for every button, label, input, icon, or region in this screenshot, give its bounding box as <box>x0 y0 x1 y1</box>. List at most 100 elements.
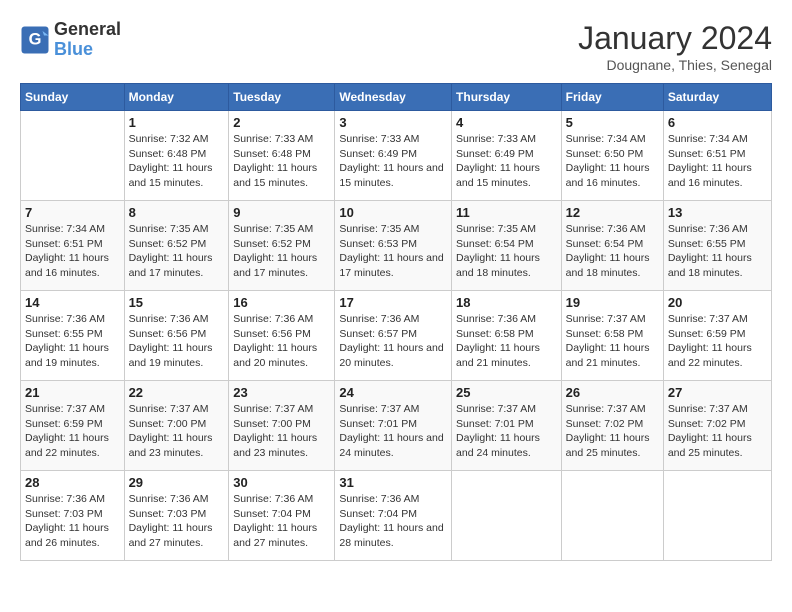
page-header: G General Blue January 2024 Dougnane, Th… <box>20 20 772 73</box>
day-info: Sunrise: 7:33 AMSunset: 6:48 PMDaylight:… <box>233 132 330 191</box>
day-number: 26 <box>566 385 659 400</box>
calendar-cell: 14 Sunrise: 7:36 AMSunset: 6:55 PMDayligh… <box>21 291 125 381</box>
logo: G General Blue <box>20 20 121 60</box>
calendar-cell <box>452 471 562 561</box>
calendar-cell: 31Sunrise: 7:36 AMSunset: 7:04 PMDayligh… <box>335 471 452 561</box>
calendar-cell: 6Sunrise: 7:34 AMSunset: 6:51 PMDaylight… <box>663 111 771 201</box>
day-info: Sunrise: 7:36 AMSunset: 6:56 PMDaylight:… <box>129 312 225 371</box>
day-info: Sunrise: 7:37 AMSunset: 6:59 PMDaylight:… <box>25 402 120 461</box>
day-info: Sunrise: 7:37 AMSunset: 7:00 PMDaylight:… <box>129 402 225 461</box>
day-info: Sunrise: 7:36 AMSunset: 7:04 PMDaylight:… <box>233 492 330 551</box>
calendar-week-row: 14 Sunrise: 7:36 AMSunset: 6:55 PMDayligh… <box>21 291 772 381</box>
calendar-cell: 22 Sunrise: 7:37 AMSunset: 7:00 PMDayligh… <box>124 381 229 471</box>
logo-line2: Blue <box>54 40 121 60</box>
calendar-week-row: 28 Sunrise: 7:36 AMSunset: 7:03 PMDayligh… <box>21 471 772 561</box>
day-info: Sunrise: 7:35 AMSunset: 6:53 PMDaylight:… <box>339 222 447 281</box>
day-number: 19 <box>566 295 659 310</box>
calendar-cell: 27Sunrise: 7:37 AMSunset: 7:02 PMDayligh… <box>663 381 771 471</box>
day-info: Sunrise: 7:36 AMSunset: 7:03 PMDaylight:… <box>25 492 120 551</box>
day-info: Sunrise: 7:37 AMSunset: 6:59 PMDaylight:… <box>668 312 767 371</box>
calendar-cell: 17 Sunrise: 7:36 AMSunset: 6:57 PMDayligh… <box>335 291 452 381</box>
day-info: Sunrise: 7:37 AMSunset: 7:02 PMDaylight:… <box>668 402 767 461</box>
weekday-header-row: SundayMondayTuesdayWednesdayThursdayFrid… <box>21 84 772 111</box>
day-number: 24 <box>339 385 447 400</box>
day-info: Sunrise: 7:33 AMSunset: 6:49 PMDaylight:… <box>339 132 447 191</box>
day-info: Sunrise: 7:34 AMSunset: 6:51 PMDaylight:… <box>668 132 767 191</box>
day-info: Sunrise: 7:34 AMSunset: 6:51 PMDaylight:… <box>25 222 120 281</box>
weekday-header: Thursday <box>452 84 562 111</box>
day-number: 16 <box>233 295 330 310</box>
title-block: January 2024 Dougnane, Thies, Senegal <box>578 20 772 73</box>
day-info: Sunrise: 7:37 AMSunset: 7:02 PMDaylight:… <box>566 402 659 461</box>
day-number: 4 <box>456 115 557 130</box>
day-number: 13 <box>668 205 767 220</box>
day-info: Sunrise: 7:35 AMSunset: 6:54 PMDaylight:… <box>456 222 557 281</box>
calendar-cell: 24Sunrise: 7:37 AMSunset: 7:01 PMDayligh… <box>335 381 452 471</box>
day-number: 7 <box>25 205 120 220</box>
calendar-cell: 2 Sunrise: 7:33 AMSunset: 6:48 PMDaylight… <box>229 111 335 201</box>
calendar-cell: 4 Sunrise: 7:33 AMSunset: 6:49 PMDaylight… <box>452 111 562 201</box>
day-info: Sunrise: 7:34 AMSunset: 6:50 PMDaylight:… <box>566 132 659 191</box>
day-info: Sunrise: 7:36 AMSunset: 6:54 PMDaylight:… <box>566 222 659 281</box>
location: Dougnane, Thies, Senegal <box>578 57 772 73</box>
day-number: 21 <box>25 385 120 400</box>
day-number: 10 <box>339 205 447 220</box>
calendar-cell: 18Sunrise: 7:36 AMSunset: 6:58 PMDayligh… <box>452 291 562 381</box>
calendar-cell: 8 Sunrise: 7:35 AMSunset: 6:52 PMDaylight… <box>124 201 229 291</box>
day-number: 23 <box>233 385 330 400</box>
day-info: Sunrise: 7:32 AMSunset: 6:48 PMDaylight:… <box>129 132 225 191</box>
day-info: Sunrise: 7:36 AMSunset: 6:55 PMDaylight:… <box>25 312 120 371</box>
day-number: 28 <box>25 475 120 490</box>
calendar-cell: 3Sunrise: 7:33 AMSunset: 6:49 PMDaylight… <box>335 111 452 201</box>
day-number: 17 <box>339 295 447 310</box>
day-info: Sunrise: 7:36 AMSunset: 6:56 PMDaylight:… <box>233 312 330 371</box>
day-number: 2 <box>233 115 330 130</box>
calendar-table: SundayMondayTuesdayWednesdayThursdayFrid… <box>20 83 772 561</box>
weekday-header: Sunday <box>21 84 125 111</box>
calendar-cell: 12 Sunrise: 7:36 AMSunset: 6:54 PMDayligh… <box>561 201 663 291</box>
day-number: 31 <box>339 475 447 490</box>
calendar-cell: 29 Sunrise: 7:36 AMSunset: 7:03 PMDayligh… <box>124 471 229 561</box>
day-number: 8 <box>129 205 225 220</box>
day-number: 14 <box>25 295 120 310</box>
calendar-cell <box>21 111 125 201</box>
weekday-header: Wednesday <box>335 84 452 111</box>
calendar-cell: 13Sunrise: 7:36 AMSunset: 6:55 PMDayligh… <box>663 201 771 291</box>
calendar-cell: 26 Sunrise: 7:37 AMSunset: 7:02 PMDayligh… <box>561 381 663 471</box>
calendar-cell <box>561 471 663 561</box>
calendar-cell: 1 Sunrise: 7:32 AMSunset: 6:48 PMDaylight… <box>124 111 229 201</box>
calendar-week-row: 21 Sunrise: 7:37 AMSunset: 6:59 PMDayligh… <box>21 381 772 471</box>
calendar-week-row: 1 Sunrise: 7:32 AMSunset: 6:48 PMDaylight… <box>21 111 772 201</box>
day-info: Sunrise: 7:35 AMSunset: 6:52 PMDaylight:… <box>233 222 330 281</box>
weekday-header: Monday <box>124 84 229 111</box>
svg-text:G: G <box>29 30 42 48</box>
day-info: Sunrise: 7:35 AMSunset: 6:52 PMDaylight:… <box>129 222 225 281</box>
calendar-cell: 9Sunrise: 7:35 AMSunset: 6:52 PMDaylight… <box>229 201 335 291</box>
day-info: Sunrise: 7:33 AMSunset: 6:49 PMDaylight:… <box>456 132 557 191</box>
day-info: Sunrise: 7:36 AMSunset: 6:57 PMDaylight:… <box>339 312 447 371</box>
day-number: 25 <box>456 385 557 400</box>
day-number: 5 <box>566 115 659 130</box>
calendar-cell: 11 Sunrise: 7:35 AMSunset: 6:54 PMDayligh… <box>452 201 562 291</box>
day-number: 22 <box>129 385 225 400</box>
calendar-cell: 15 Sunrise: 7:36 AMSunset: 6:56 PMDayligh… <box>124 291 229 381</box>
day-info: Sunrise: 7:36 AMSunset: 6:58 PMDaylight:… <box>456 312 557 371</box>
calendar-cell: 28 Sunrise: 7:36 AMSunset: 7:03 PMDayligh… <box>21 471 125 561</box>
calendar-cell: 30Sunrise: 7:36 AMSunset: 7:04 PMDayligh… <box>229 471 335 561</box>
calendar-cell: 10 Sunrise: 7:35 AMSunset: 6:53 PMDayligh… <box>335 201 452 291</box>
day-number: 15 <box>129 295 225 310</box>
day-info: Sunrise: 7:36 AMSunset: 7:03 PMDaylight:… <box>129 492 225 551</box>
day-number: 12 <box>566 205 659 220</box>
calendar-cell <box>663 471 771 561</box>
day-number: 20 <box>668 295 767 310</box>
day-number: 11 <box>456 205 557 220</box>
calendar-cell: 20 Sunrise: 7:37 AMSunset: 6:59 PMDayligh… <box>663 291 771 381</box>
day-info: Sunrise: 7:37 AMSunset: 6:58 PMDaylight:… <box>566 312 659 371</box>
day-number: 1 <box>129 115 225 130</box>
day-info: Sunrise: 7:37 AMSunset: 7:00 PMDaylight:… <box>233 402 330 461</box>
weekday-header: Saturday <box>663 84 771 111</box>
calendar-cell: 23 Sunrise: 7:37 AMSunset: 7:00 PMDayligh… <box>229 381 335 471</box>
logo-line1: General <box>54 20 121 40</box>
day-number: 29 <box>129 475 225 490</box>
weekday-header: Tuesday <box>229 84 335 111</box>
